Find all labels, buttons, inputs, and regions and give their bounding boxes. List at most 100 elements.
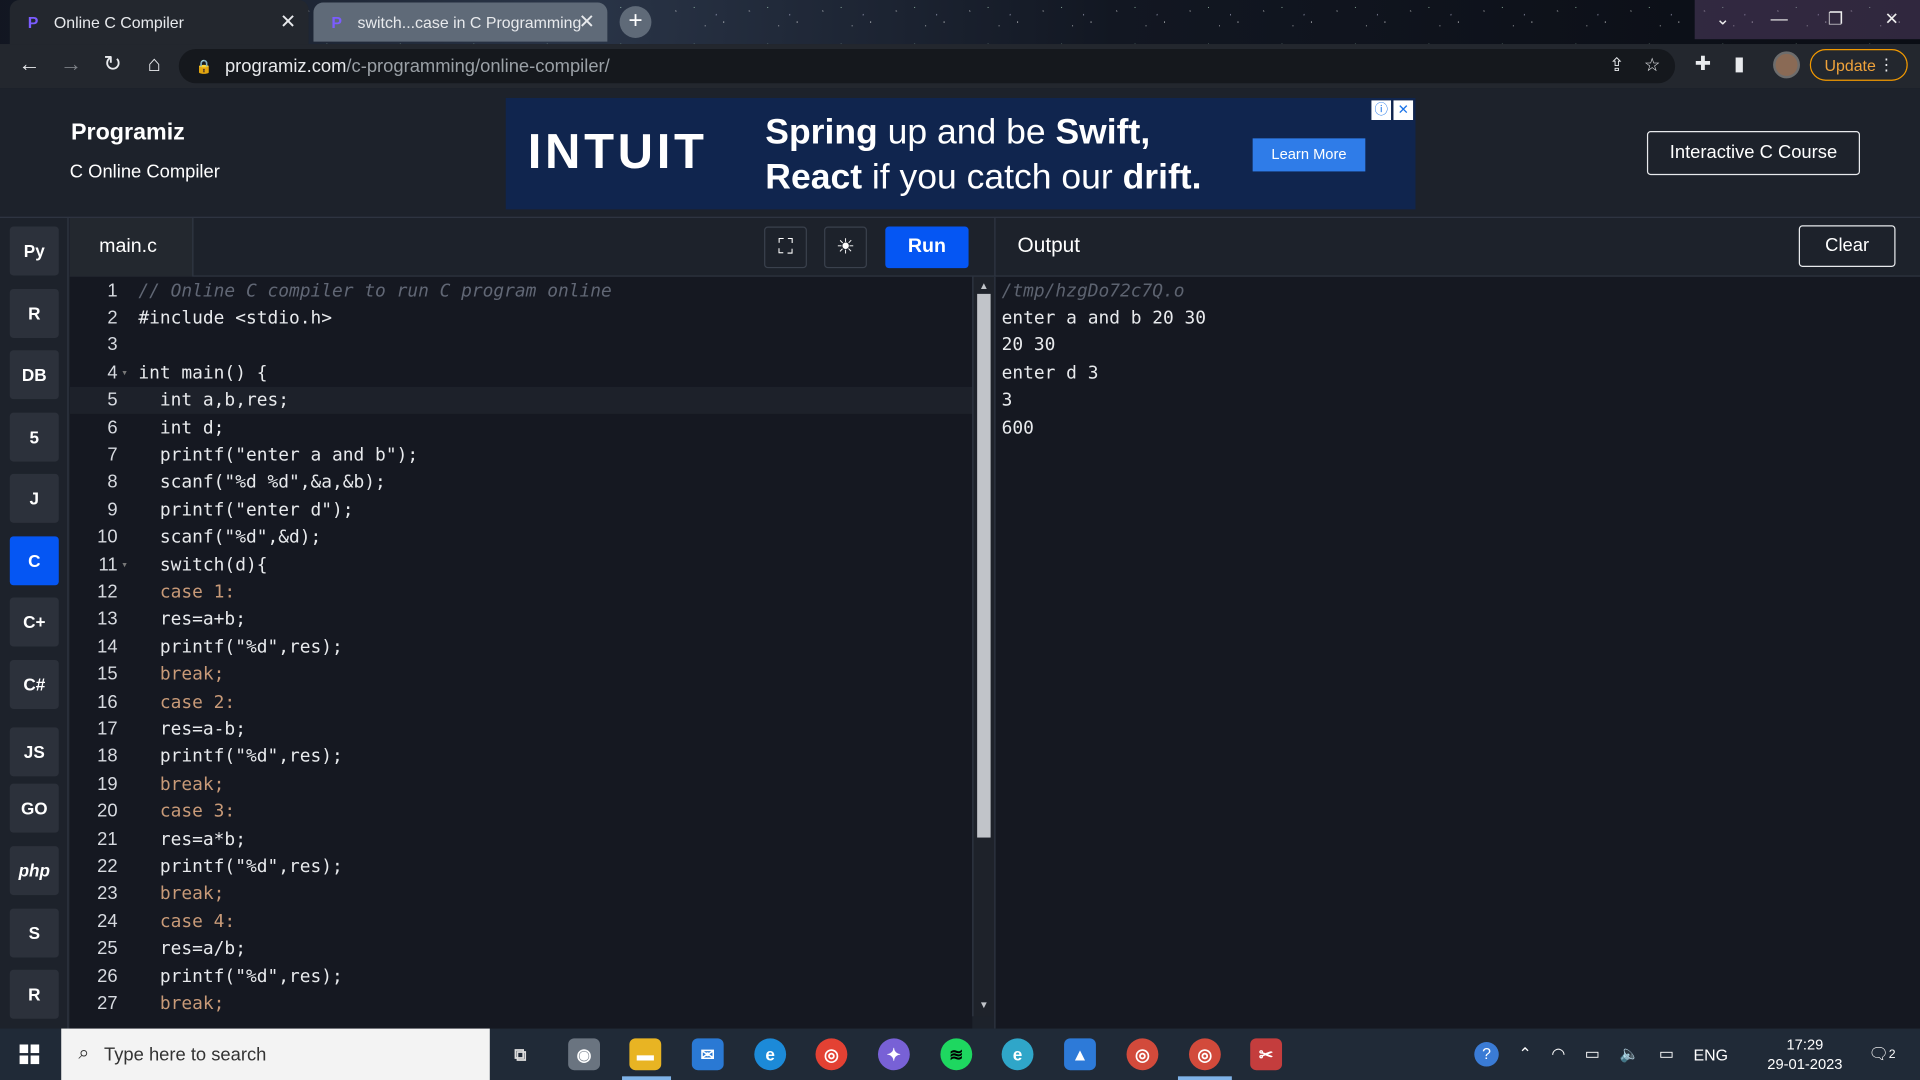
volume-icon[interactable]: 🔈 <box>1619 1044 1639 1064</box>
mail-icon[interactable]: ✉ <box>691 1038 724 1071</box>
tab-online-c-compiler[interactable]: P Online C Compiler ✕ <box>9 0 309 45</box>
display-icon[interactable]: ▭ <box>1659 1044 1674 1064</box>
update-button[interactable]: Update ⋮ <box>1809 48 1908 81</box>
code-line[interactable]: 15 break; <box>70 661 972 688</box>
tab-search-icon[interactable]: ⌄ <box>1695 0 1751 39</box>
lang-html-icon[interactable]: 5 <box>9 412 59 462</box>
side-panel-icon[interactable]: ▮ <box>1734 51 1745 75</box>
close-window-button[interactable]: ✕ <box>1864 0 1920 39</box>
code-line[interactable]: 19 break; <box>70 771 972 798</box>
bookmark-star-icon[interactable]: ☆ <box>1644 54 1660 76</box>
lang-r-icon[interactable]: R <box>9 288 59 338</box>
notifications-icon[interactable]: 🗨 2 <box>1869 1029 1896 1080</box>
lang-csharp-icon[interactable]: C# <box>9 660 59 709</box>
code-line[interactable]: 23 break; <box>70 881 972 908</box>
windows-start-icon[interactable] <box>19 1044 40 1065</box>
task-view-icon[interactable]: ⧉ <box>504 1038 536 1070</box>
code-line[interactable]: 16 case 2: <box>70 689 972 716</box>
snipping-tool-icon[interactable]: ✂ <box>1250 1038 1283 1071</box>
close-tab-icon[interactable]: ✕ <box>579 10 595 34</box>
lang-php-icon[interactable]: php <box>9 846 59 896</box>
ad-close-icon[interactable]: ✕ <box>1393 100 1414 121</box>
battery-icon[interactable]: ▭ <box>1585 1044 1600 1064</box>
close-tab-icon[interactable]: ✕ <box>280 10 296 34</box>
tab-switch-case[interactable]: P switch...case in C Programming ✕ <box>313 2 608 42</box>
scroll-down-icon[interactable]: ▼ <box>977 999 990 1010</box>
code-line[interactable]: 27 break; <box>70 990 972 1017</box>
ad-learn-more-button[interactable]: Learn More <box>1252 138 1366 172</box>
theme-toggle-sun-icon[interactable]: ☀ <box>824 226 867 269</box>
advertisement-banner[interactable]: INTUIT Spring up and be Swift, React if … <box>505 97 1416 210</box>
home-icon[interactable]: ⌂ <box>135 51 174 77</box>
code-line[interactable]: 4 ▾ int main() { <box>70 360 972 387</box>
share-icon[interactable]: ⇪ <box>1609 54 1624 76</box>
code-line[interactable]: 25 res=a/b; <box>70 936 972 963</box>
chrome-active-icon[interactable]: ◎ <box>1188 1038 1221 1071</box>
help-icon[interactable]: ? <box>1474 1042 1499 1067</box>
restore-button[interactable]: ❐ <box>1807 0 1863 39</box>
reload-icon[interactable]: ↻ <box>93 51 132 77</box>
file-explorer-icon[interactable]: ▬ <box>629 1038 662 1071</box>
copilot-icon[interactable]: ✦ <box>877 1038 910 1071</box>
code-line[interactable]: 2 #include <stdio.h> <box>70 305 972 332</box>
photos-icon[interactable]: ▲ <box>1064 1038 1096 1071</box>
chrome-icon[interactable]: ◎ <box>815 1038 848 1071</box>
run-button[interactable]: Run <box>885 226 969 269</box>
ad-info-icon[interactable]: ⓘ <box>1371 100 1392 121</box>
scroll-up-icon[interactable]: ▲ <box>977 280 990 291</box>
fold-arrow-icon[interactable]: ▾ <box>121 360 128 387</box>
language-indicator[interactable]: ENG <box>1694 1045 1728 1063</box>
code-line[interactable]: 9 printf("enter d"); <box>70 497 972 524</box>
profile-avatar[interactable] <box>1773 51 1801 79</box>
minimize-button[interactable]: — <box>1751 0 1807 39</box>
chrome-profile-icon[interactable]: ◎ <box>1126 1038 1159 1071</box>
forward-arrow-icon[interactable]: → <box>51 51 90 77</box>
fullscreen-icon[interactable]: ⛶ <box>764 226 807 269</box>
code-line[interactable]: 20 case 3: <box>70 798 972 825</box>
code-line[interactable]: 18 printf("%d",res); <box>70 744 972 771</box>
programiz-logo[interactable]: Programiz <box>71 120 185 147</box>
lang-swift-icon[interactable]: S <box>9 908 59 958</box>
spotify-icon[interactable]: ≋ <box>940 1038 973 1071</box>
code-line[interactable]: 1 // Online C compiler to run C program o… <box>70 277 972 304</box>
edge-beta-icon[interactable]: e <box>1001 1038 1034 1071</box>
lang-rust-icon[interactable]: R <box>9 969 59 1019</box>
scrollbar-thumb[interactable] <box>977 293 991 838</box>
back-arrow-icon[interactable]: ← <box>10 51 49 77</box>
code-line[interactable]: 3 <box>70 332 972 359</box>
lang-python-icon[interactable]: Py <box>9 226 59 276</box>
fold-arrow-icon[interactable]: ▾ <box>121 552 128 579</box>
lang-javascript-icon[interactable]: JS <box>9 727 59 777</box>
code-line[interactable]: 21 res=a*b; <box>70 826 972 853</box>
code-line[interactable]: 11 ▾ switch(d){ <box>70 552 972 579</box>
show-hidden-icons-chevron-icon[interactable]: ⌃ <box>1518 1044 1531 1064</box>
code-line[interactable]: 13 res=a+b; <box>70 606 972 633</box>
clear-button[interactable]: Clear <box>1798 225 1896 267</box>
lang-go-icon[interactable]: GO <box>9 783 59 833</box>
code-editor[interactable]: 1 // Online C compiler to run C program o… <box>69 276 973 1029</box>
taskbar-clock[interactable]: 17:29 29-01-2023 <box>1763 1035 1846 1074</box>
editor-scrollbar[interactable]: ▲ ▼ <box>972 276 995 1017</box>
lang-sql-icon[interactable]: DB <box>9 350 59 400</box>
code-line[interactable]: 17 res=a-b; <box>70 716 972 743</box>
camera-app-icon[interactable]: ◉ <box>568 1038 601 1071</box>
taskbar-search-box[interactable]: ⌕ Type here to search <box>61 1028 490 1080</box>
lang-cpp-icon[interactable]: C+ <box>9 597 59 647</box>
code-line[interactable]: 14 printf("%d",res); <box>70 634 972 661</box>
code-line[interactable]: 22 printf("%d",res); <box>70 853 972 880</box>
code-line[interactable]: 24 case 4: <box>70 908 972 935</box>
new-tab-button[interactable]: + <box>619 6 652 38</box>
code-line[interactable]: 8 scanf("%d %d",&a,&b); <box>70 469 972 496</box>
output-console[interactable]: /tmp/hzgDo72c7Q.o enter a and b 20 30 20 3… <box>994 276 1920 1029</box>
address-bar[interactable]: 🔒 programiz.com /c-programming/online-co… <box>178 48 1676 84</box>
code-line[interactable]: 6 int d; <box>70 414 972 441</box>
code-line[interactable]: 7 printf("enter a and b"); <box>70 442 972 469</box>
code-line[interactable]: 10 scanf("%d",&d); <box>70 524 972 551</box>
edge-icon[interactable]: e <box>754 1038 787 1071</box>
code-line[interactable]: 26 printf("%d",res); <box>70 963 972 990</box>
lang-java-icon[interactable]: J <box>9 473 59 523</box>
extensions-icon[interactable]: ✚ <box>1695 51 1711 75</box>
file-tab-main-c[interactable]: main.c <box>69 217 194 277</box>
code-line[interactable]: 5 int a,b,res; <box>69 387 973 415</box>
lang-c-icon[interactable]: C <box>9 536 59 586</box>
